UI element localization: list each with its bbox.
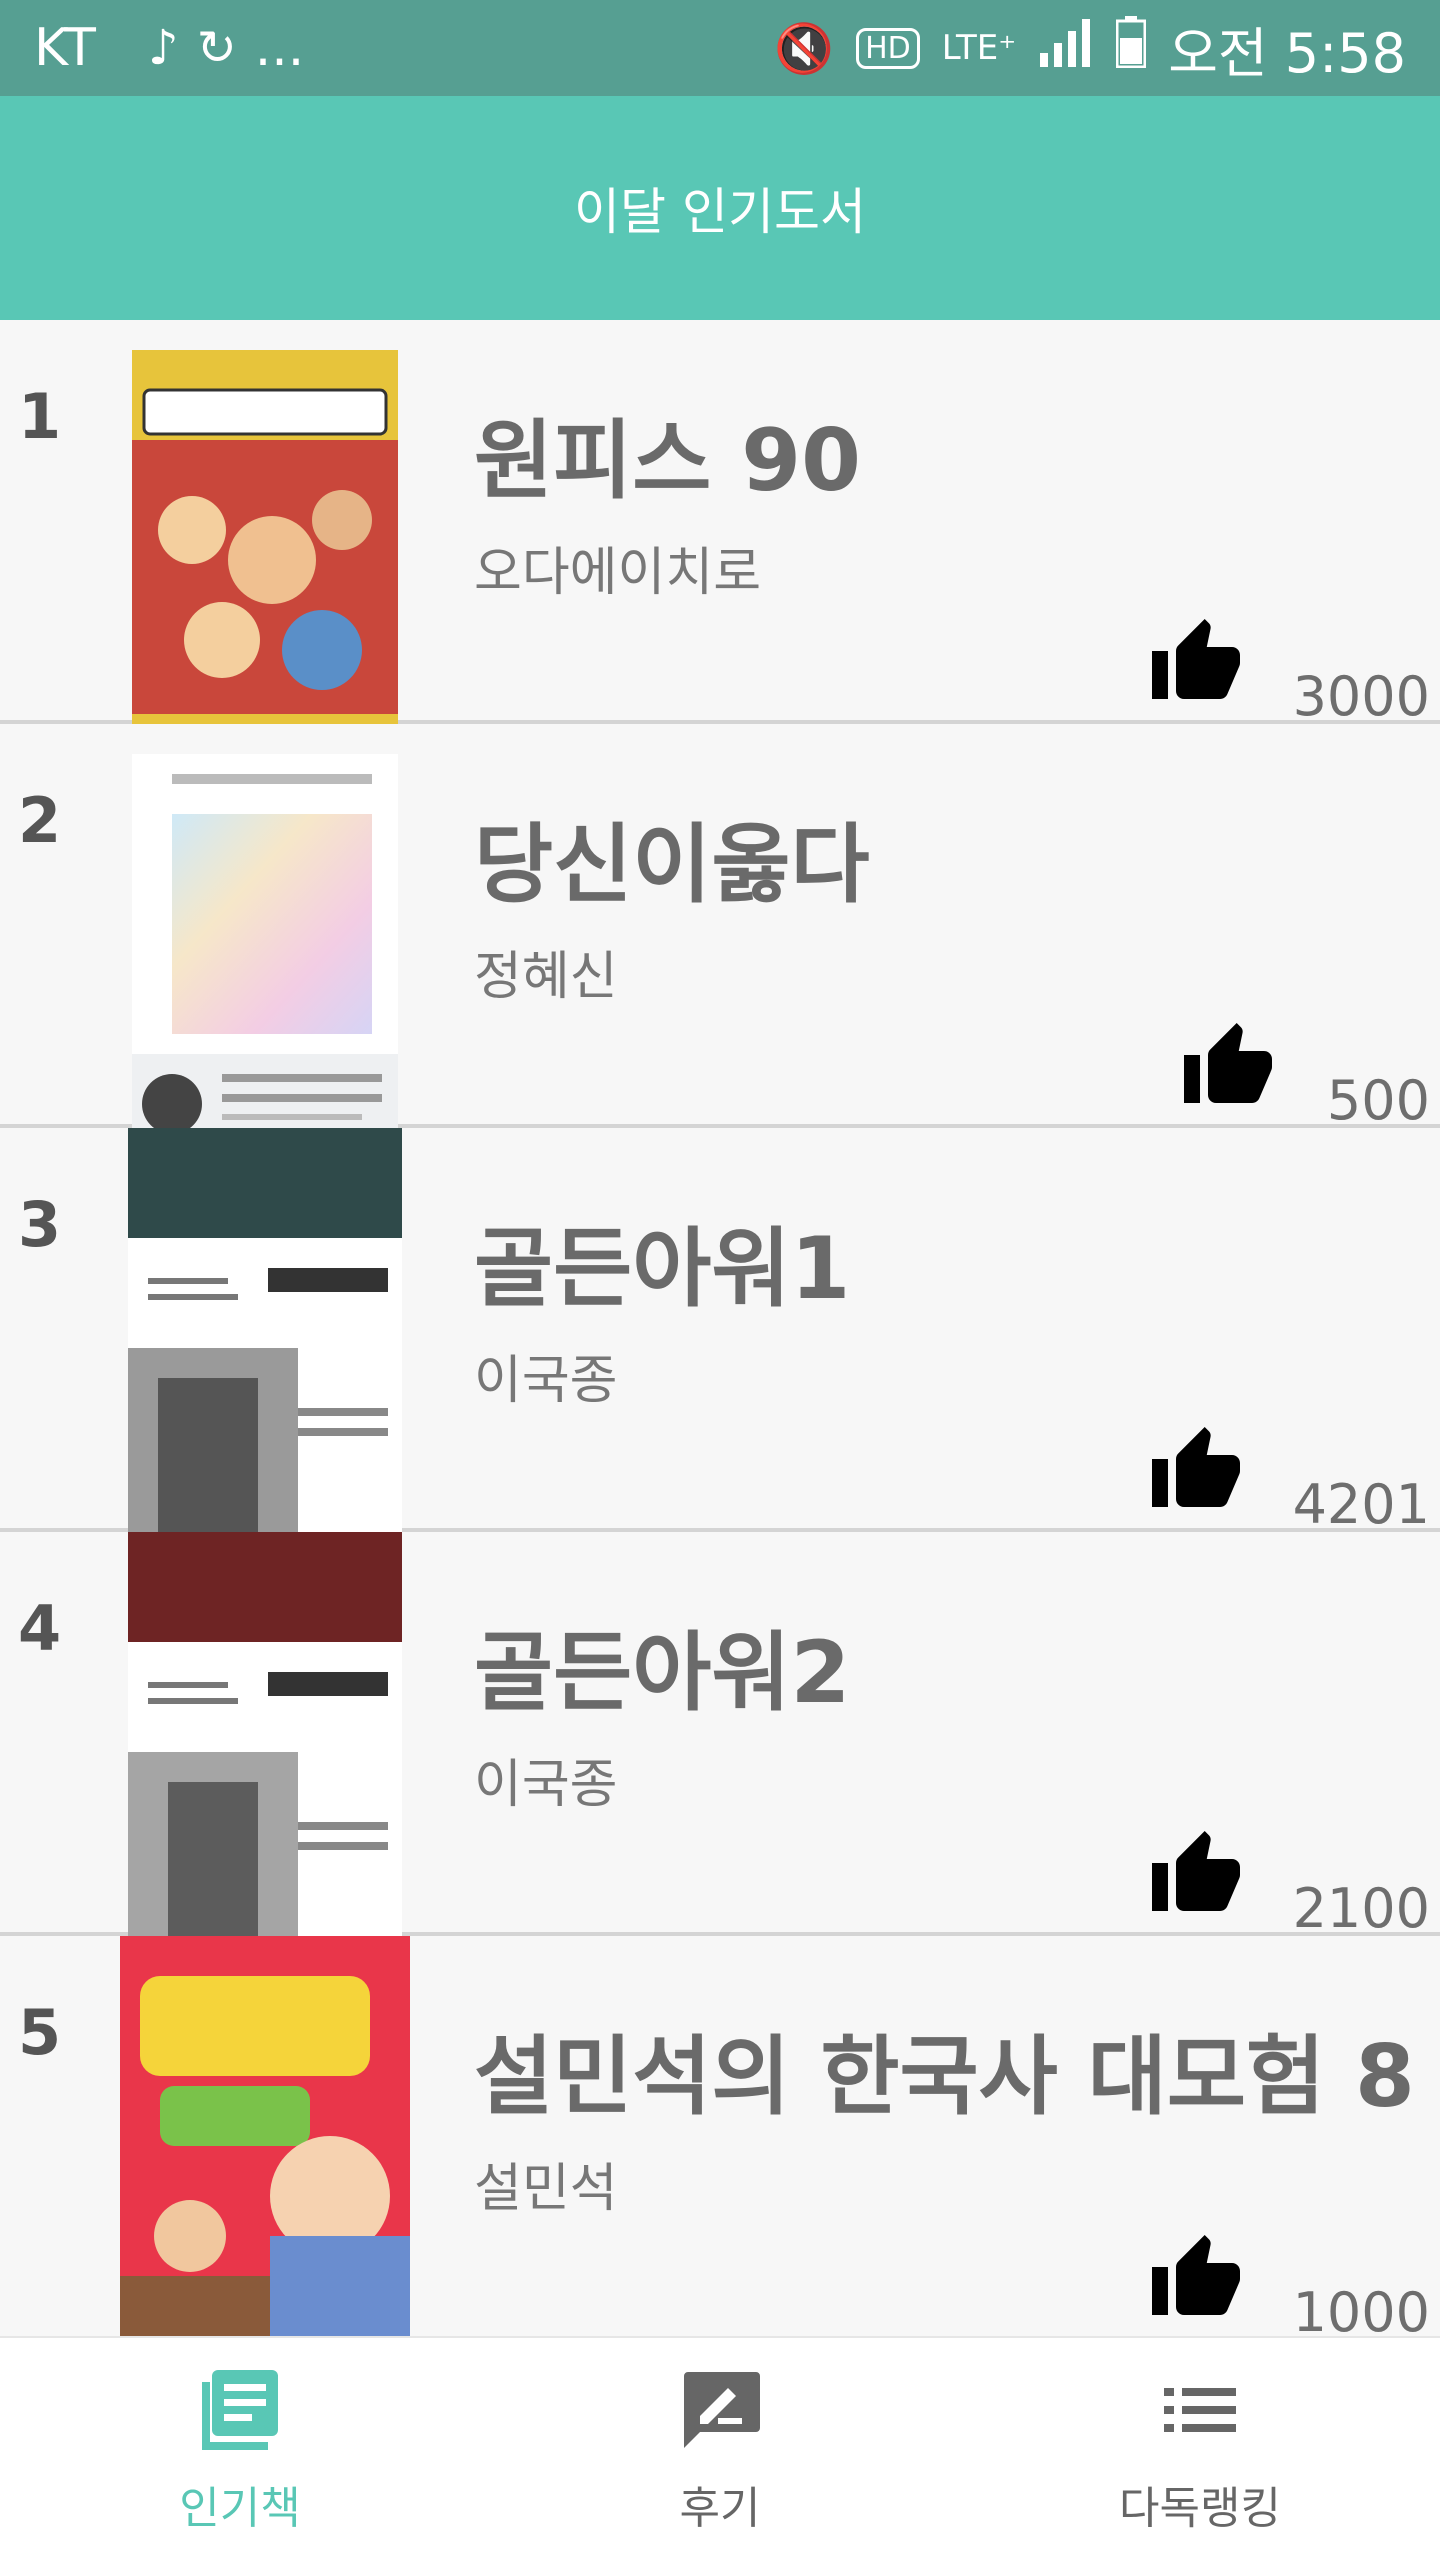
battery-icon bbox=[1115, 15, 1147, 81]
book-cover[interactable] bbox=[128, 1532, 402, 1936]
thumbs-up-icon[interactable] bbox=[1180, 1019, 1276, 1115]
book-title: 원피스 90 bbox=[474, 411, 861, 511]
like-count: 4201 bbox=[1292, 1473, 1430, 1536]
hd-icon: HD bbox=[856, 27, 920, 69]
thumbs-up-icon[interactable] bbox=[1148, 1827, 1244, 1923]
book-row[interactable]: 4 골든아워2 이국종 2100 bbox=[0, 1532, 1440, 1940]
status-bar: KT ♪ ↻ ... 🔇 HD LTE⁺ 오전 5:58 bbox=[0, 0, 1440, 96]
list-icon bbox=[1158, 2368, 1242, 2456]
thumbs-up-icon[interactable] bbox=[1148, 1423, 1244, 1519]
carrier-label: KT bbox=[34, 18, 96, 78]
book-row[interactable]: 1 원피스 90 오다에이치로 3000 bbox=[0, 320, 1440, 754]
book-title: 설민석의 한국사 대모험 8 bbox=[474, 2027, 1415, 2127]
rank-number: 5 bbox=[18, 1996, 62, 2069]
book-author: 이국종 bbox=[474, 1755, 618, 1815]
book-list[interactable]: 1 원피스 90 오다에이치로 3000 2 당신이옳다 정혜신 500 3 골… bbox=[0, 320, 1440, 2336]
book-author: 설민석 bbox=[474, 2159, 618, 2219]
thumbs-up-icon[interactable] bbox=[1148, 2231, 1244, 2327]
tab-label: 인기책 bbox=[179, 2483, 301, 2534]
book-row[interactable]: 5 설민석의 한국사 대모험 8 설민석 1000 bbox=[0, 1936, 1440, 2336]
more-notifications: ... bbox=[254, 18, 305, 78]
book-list-icon bbox=[198, 2368, 282, 2456]
like-count: 3000 bbox=[1292, 665, 1430, 728]
book-cover[interactable] bbox=[120, 1936, 410, 2336]
tab-reading-ranking[interactable]: 다독랭킹 bbox=[960, 2338, 1440, 2562]
signal-icon bbox=[1038, 17, 1094, 80]
rank-number: 2 bbox=[18, 784, 62, 857]
like-count: 500 bbox=[1326, 1069, 1430, 1132]
book-cover[interactable] bbox=[132, 754, 398, 1158]
thumbs-up-icon[interactable] bbox=[1148, 615, 1244, 711]
book-title: 당신이옳다 bbox=[474, 815, 870, 915]
tab-reviews[interactable]: 후기 bbox=[480, 2338, 960, 2562]
rank-number: 4 bbox=[18, 1592, 62, 1665]
tab-label: 다독랭킹 bbox=[1119, 2483, 1281, 2534]
like-count: 2100 bbox=[1292, 1877, 1430, 1940]
clock: 오전 5:58 bbox=[1168, 21, 1406, 85]
tab-popular-books[interactable]: 인기책 bbox=[0, 2338, 480, 2562]
book-row[interactable]: 2 당신이옳다 정혜신 500 bbox=[0, 724, 1440, 1158]
bottom-navigation: 인기책 후기 다독랭킹 bbox=[0, 2336, 1440, 2562]
book-author: 정혜신 bbox=[474, 947, 618, 1007]
tab-label: 후기 bbox=[679, 2483, 761, 2534]
lte-icon: LTE⁺ bbox=[941, 28, 1017, 68]
rank-number: 1 bbox=[18, 380, 62, 453]
write-review-icon bbox=[678, 2368, 762, 2456]
like-count: 1000 bbox=[1292, 2281, 1430, 2336]
mute-icon: 🔇 bbox=[774, 20, 835, 77]
book-author: 이국종 bbox=[474, 1351, 618, 1411]
book-author: 오다에이치로 bbox=[474, 543, 762, 603]
music-note-icon: ♪ bbox=[147, 20, 179, 76]
page-title: 이달 인기도서 bbox=[574, 183, 866, 241]
book-row[interactable]: 3 골든아워1 이국종 4201 bbox=[0, 1128, 1440, 1536]
book-title: 골든아워2 bbox=[474, 1623, 851, 1723]
book-cover[interactable] bbox=[128, 1128, 402, 1532]
rank-number: 3 bbox=[18, 1188, 62, 1261]
app-bar: 이달 인기도서 bbox=[0, 96, 1440, 320]
book-cover[interactable] bbox=[132, 350, 398, 754]
book-title: 골든아워1 bbox=[474, 1219, 851, 1319]
sync-icon: ↻ bbox=[196, 20, 237, 76]
